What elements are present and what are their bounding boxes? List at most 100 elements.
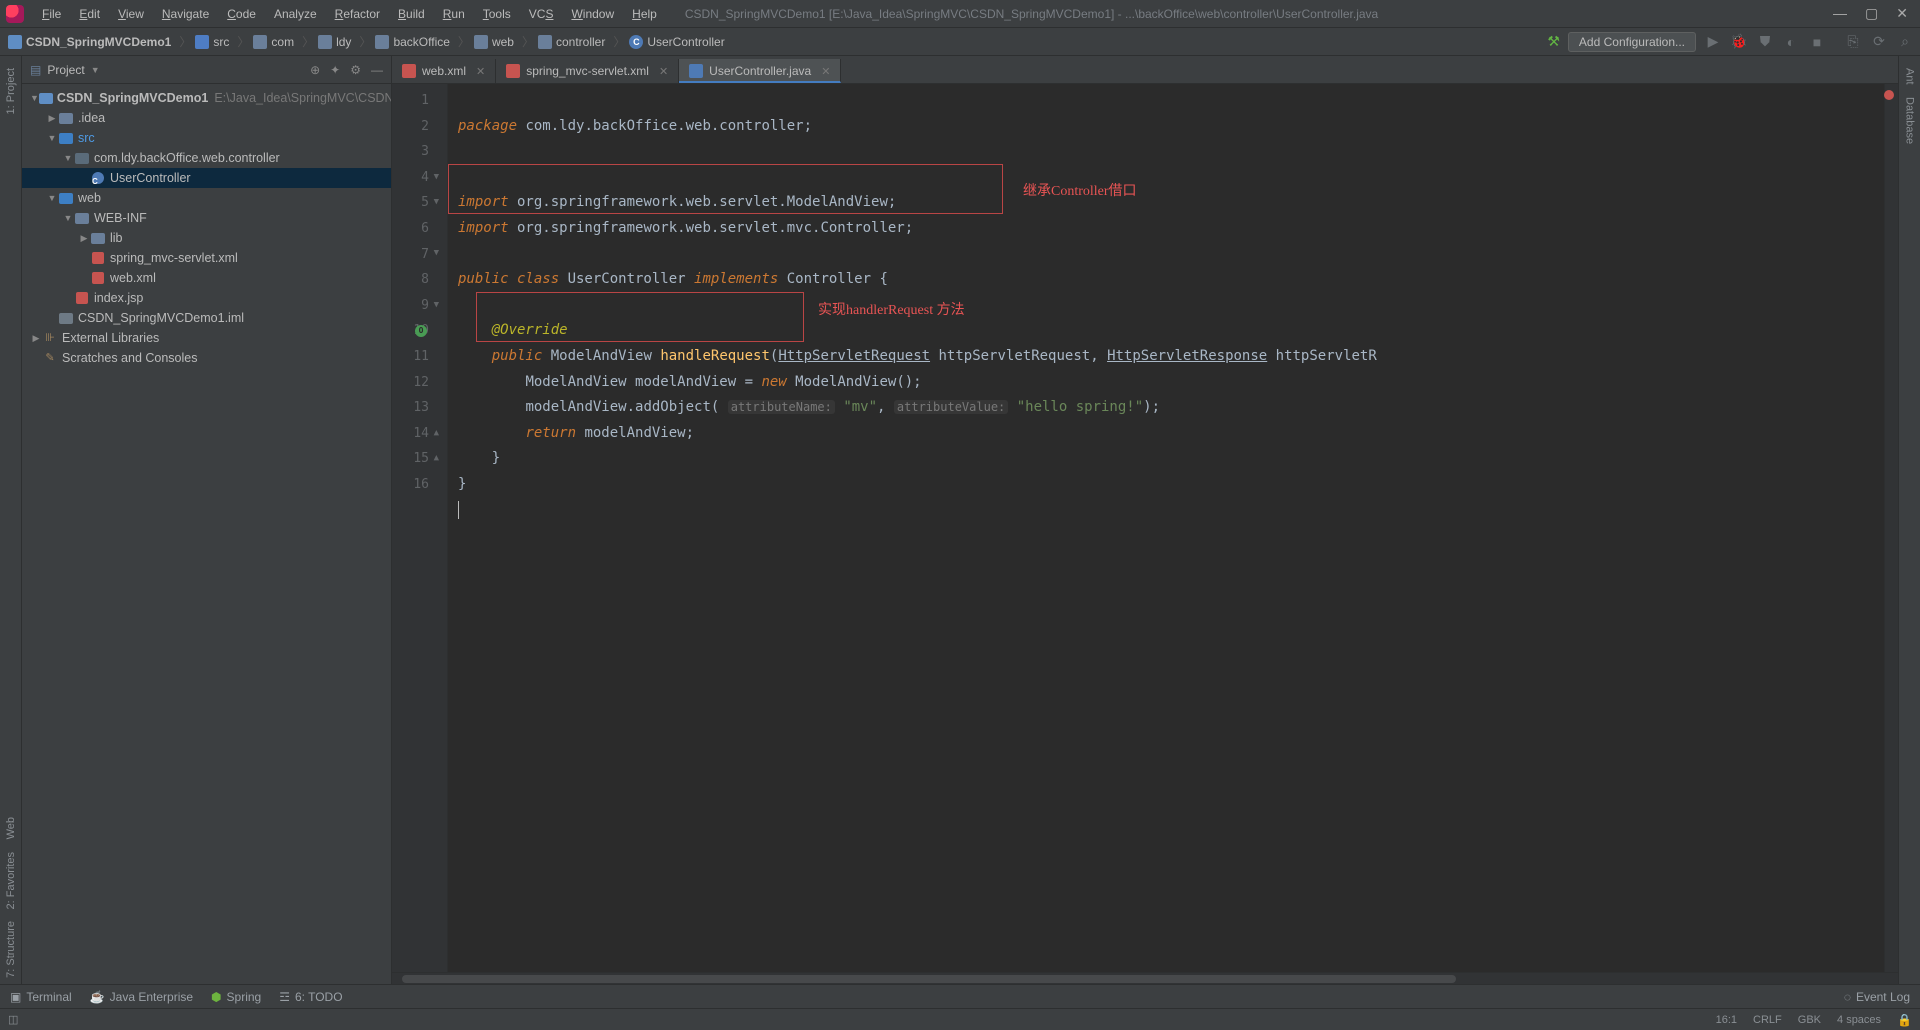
menu-vcs[interactable]: VCS <box>521 3 562 25</box>
tree-row[interactable]: ▶lib <box>22 228 391 248</box>
tool-stripe-ant[interactable]: Ant <box>1904 68 1916 85</box>
line-number[interactable]: 11 <box>392 344 429 370</box>
maximize-icon[interactable]: ▢ <box>1865 5 1878 22</box>
minimize-icon[interactable]: — <box>1833 5 1847 22</box>
fold-icon[interactable]: ▼ <box>434 242 439 268</box>
line-number[interactable]: 12 <box>392 370 429 396</box>
menu-run[interactable]: Run <box>435 3 473 25</box>
line-number[interactable]: 3 <box>392 139 429 165</box>
menu-navigate[interactable]: Navigate <box>154 3 217 25</box>
horizontal-scrollbar[interactable] <box>392 972 1898 984</box>
tree-twisty-icon[interactable]: ▶ <box>46 108 58 128</box>
tree-row[interactable]: spring_mvc-servlet.xml <box>22 248 391 268</box>
tree-twisty-icon[interactable]: ▼ <box>46 128 58 148</box>
tab-close-icon[interactable]: ✕ <box>821 65 830 78</box>
java-ee-tab[interactable]: ☕Java Enterprise <box>90 990 193 1004</box>
git-icon[interactable]: ⎘ <box>1844 33 1862 50</box>
line-number[interactable]: 9▼ <box>392 293 429 319</box>
menu-file[interactable]: File <box>34 3 69 25</box>
event-log-tab[interactable]: ◌Event Log <box>1844 990 1910 1004</box>
menu-code[interactable]: Code <box>219 3 264 25</box>
debug-icon[interactable]: 🐞 <box>1730 33 1748 50</box>
tool-stripe-structure[interactable]: 7: Structure <box>5 921 17 978</box>
breadcrumb-item[interactable]: web <box>472 33 520 51</box>
tool-stripe-database[interactable]: Database <box>1904 97 1916 144</box>
fold-icon[interactable]: ▼ <box>434 165 439 191</box>
menu-analyze[interactable]: Analyze <box>266 3 325 25</box>
line-number[interactable]: 5▼ <box>392 190 429 216</box>
search-icon[interactable]: ⌕ <box>1896 33 1914 50</box>
fold-icon[interactable]: ▼ <box>434 293 439 319</box>
code-area[interactable]: package com.ldy.backOffice.web.controlle… <box>448 84 1884 972</box>
add-configuration-button[interactable]: Add Configuration... <box>1568 32 1696 52</box>
breadcrumb-item[interactable]: controller <box>536 33 611 51</box>
terminal-tab[interactable]: ▣Terminal <box>10 990 72 1004</box>
menu-edit[interactable]: Edit <box>71 3 108 25</box>
coverage-icon[interactable]: ⛊ <box>1756 33 1774 50</box>
breadcrumb-item[interactable]: src <box>193 33 235 51</box>
line-number[interactable]: 1 <box>392 88 429 114</box>
breadcrumb-item[interactable]: com <box>251 33 300 51</box>
update-icon[interactable]: ⟳ <box>1870 33 1888 50</box>
line-number[interactable]: 10O <box>392 318 429 344</box>
tree-row[interactable]: ✎Scratches and Consoles <box>22 348 391 368</box>
tree-row[interactable]: ▶.idea <box>22 108 391 128</box>
tab-close-icon[interactable]: ✕ <box>659 65 668 78</box>
breadcrumb-item[interactable]: CSDN_SpringMVCDemo1 <box>6 33 177 51</box>
hide-icon[interactable]: — <box>371 63 383 77</box>
stop-icon[interactable]: ■ <box>1808 34 1826 50</box>
tree-row[interactable]: ▶⊪External Libraries <box>22 328 391 348</box>
build-icon[interactable]: ⚒ <box>1547 33 1560 50</box>
close-icon[interactable]: ✕ <box>1896 5 1908 22</box>
encoding[interactable]: GBK <box>1798 1014 1821 1026</box>
tree-twisty-icon[interactable]: ▶ <box>30 328 42 348</box>
menu-build[interactable]: Build <box>390 3 433 25</box>
error-stripe[interactable] <box>1884 84 1898 972</box>
tree-twisty-icon[interactable]: ▼ <box>30 88 39 108</box>
tree-row[interactable]: ▼web <box>22 188 391 208</box>
line-ending[interactable]: CRLF <box>1753 1014 1782 1026</box>
line-number[interactable]: 8 <box>392 267 429 293</box>
line-number[interactable]: 16 <box>392 472 429 498</box>
line-number[interactable]: 14▲ <box>392 421 429 447</box>
settings-icon[interactable]: ⚙ <box>350 63 361 77</box>
tree-row[interactable]: web.xml <box>22 268 391 288</box>
editor-tab[interactable]: UserController.java✕ <box>679 59 841 83</box>
project-tree[interactable]: ▼CSDN_SpringMVCDemo1E:\Java_Idea\SpringM… <box>22 84 391 984</box>
breadcrumb-item[interactable]: ldy <box>316 33 357 51</box>
tree-row[interactable]: CUserController <box>22 168 391 188</box>
editor-tab[interactable]: web.xml✕ <box>392 59 496 83</box>
todo-tab[interactable]: ☲6: TODO <box>279 990 342 1004</box>
run-icon[interactable]: ▶ <box>1704 33 1722 50</box>
menu-help[interactable]: Help <box>624 3 665 25</box>
override-gutter-icon[interactable]: O <box>415 325 427 337</box>
tool-stripe-project[interactable]: 1: Project <box>5 68 17 114</box>
toolwindow-toggle-icon[interactable]: ◫ <box>8 1013 18 1026</box>
indent[interactable]: 4 spaces <box>1837 1014 1881 1026</box>
line-number[interactable]: 4▼ <box>392 165 429 191</box>
tree-row[interactable]: ▼WEB-INF <box>22 208 391 228</box>
editor-tab[interactable]: spring_mvc-servlet.xml✕ <box>496 59 679 83</box>
line-number[interactable]: 2 <box>392 114 429 140</box>
line-number[interactable]: 7▼ <box>392 242 429 268</box>
tree-row[interactable]: CSDN_SpringMVCDemo1.iml <box>22 308 391 328</box>
tree-twisty-icon[interactable]: ▶ <box>78 228 90 248</box>
sidebar-title[interactable]: Project <box>47 63 84 77</box>
menu-refactor[interactable]: Refactor <box>327 3 388 25</box>
dropdown-icon[interactable]: ▼ <box>91 65 100 75</box>
menu-tools[interactable]: Tools <box>475 3 519 25</box>
breadcrumb-item[interactable]: CUserController <box>627 33 730 51</box>
tree-row[interactable]: ▼src <box>22 128 391 148</box>
menu-window[interactable]: Window <box>563 3 622 25</box>
tab-close-icon[interactable]: ✕ <box>476 65 485 78</box>
fold-icon[interactable]: ▼ <box>434 190 439 216</box>
locate-icon[interactable]: ⊕ <box>310 63 320 77</box>
fold-icon[interactable]: ▲ <box>434 421 439 447</box>
spring-tab[interactable]: ⬢Spring <box>211 990 261 1004</box>
profiler-icon[interactable]: ◐ <box>1782 34 1800 50</box>
error-indicator-icon[interactable] <box>1884 90 1894 100</box>
line-number[interactable]: 15▲ <box>392 446 429 472</box>
tree-row[interactable]: index.jsp <box>22 288 391 308</box>
menu-view[interactable]: View <box>110 3 152 25</box>
expand-icon[interactable]: ✦ <box>330 63 340 77</box>
